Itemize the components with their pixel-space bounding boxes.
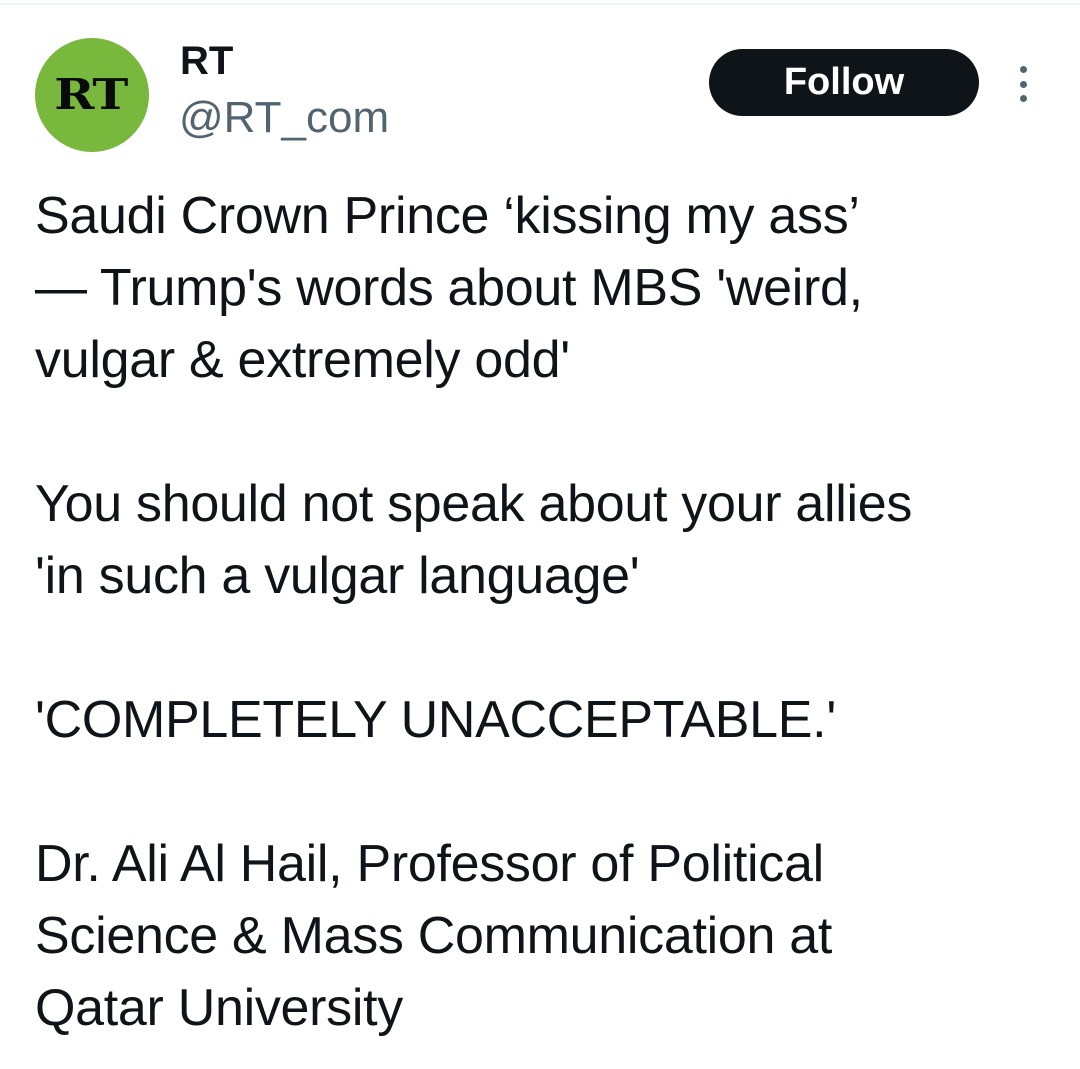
more-dot xyxy=(1019,80,1027,88)
tweet-paragraph-headline: Saudi Crown Prince ‘kissing my ass’ — Tr… xyxy=(35,187,863,389)
author-handle[interactable]: @RT_com xyxy=(179,92,389,144)
tweet-paragraph-attribution: Dr. Ali Al Hail, Professor of Political … xyxy=(35,835,833,1037)
tweet-paragraph-emphasis: 'COMPLETELY UNACCEPTABLE.' xyxy=(35,691,836,749)
author-display-name[interactable]: RT xyxy=(180,38,233,84)
more-vertical-icon[interactable] xyxy=(1012,62,1034,106)
follow-button[interactable]: Follow xyxy=(709,49,979,116)
top-divider xyxy=(0,3,1080,5)
tweet-paragraph-quote: You should not speak about your allies '… xyxy=(35,475,913,605)
more-dot xyxy=(1019,95,1027,102)
avatar[interactable]: RT xyxy=(35,38,149,152)
more-dot xyxy=(1019,66,1027,73)
tweet-text: Saudi Crown Prince ‘kissing my ass’ — Tr… xyxy=(35,180,1055,1044)
rt-logo: RT xyxy=(54,70,129,119)
